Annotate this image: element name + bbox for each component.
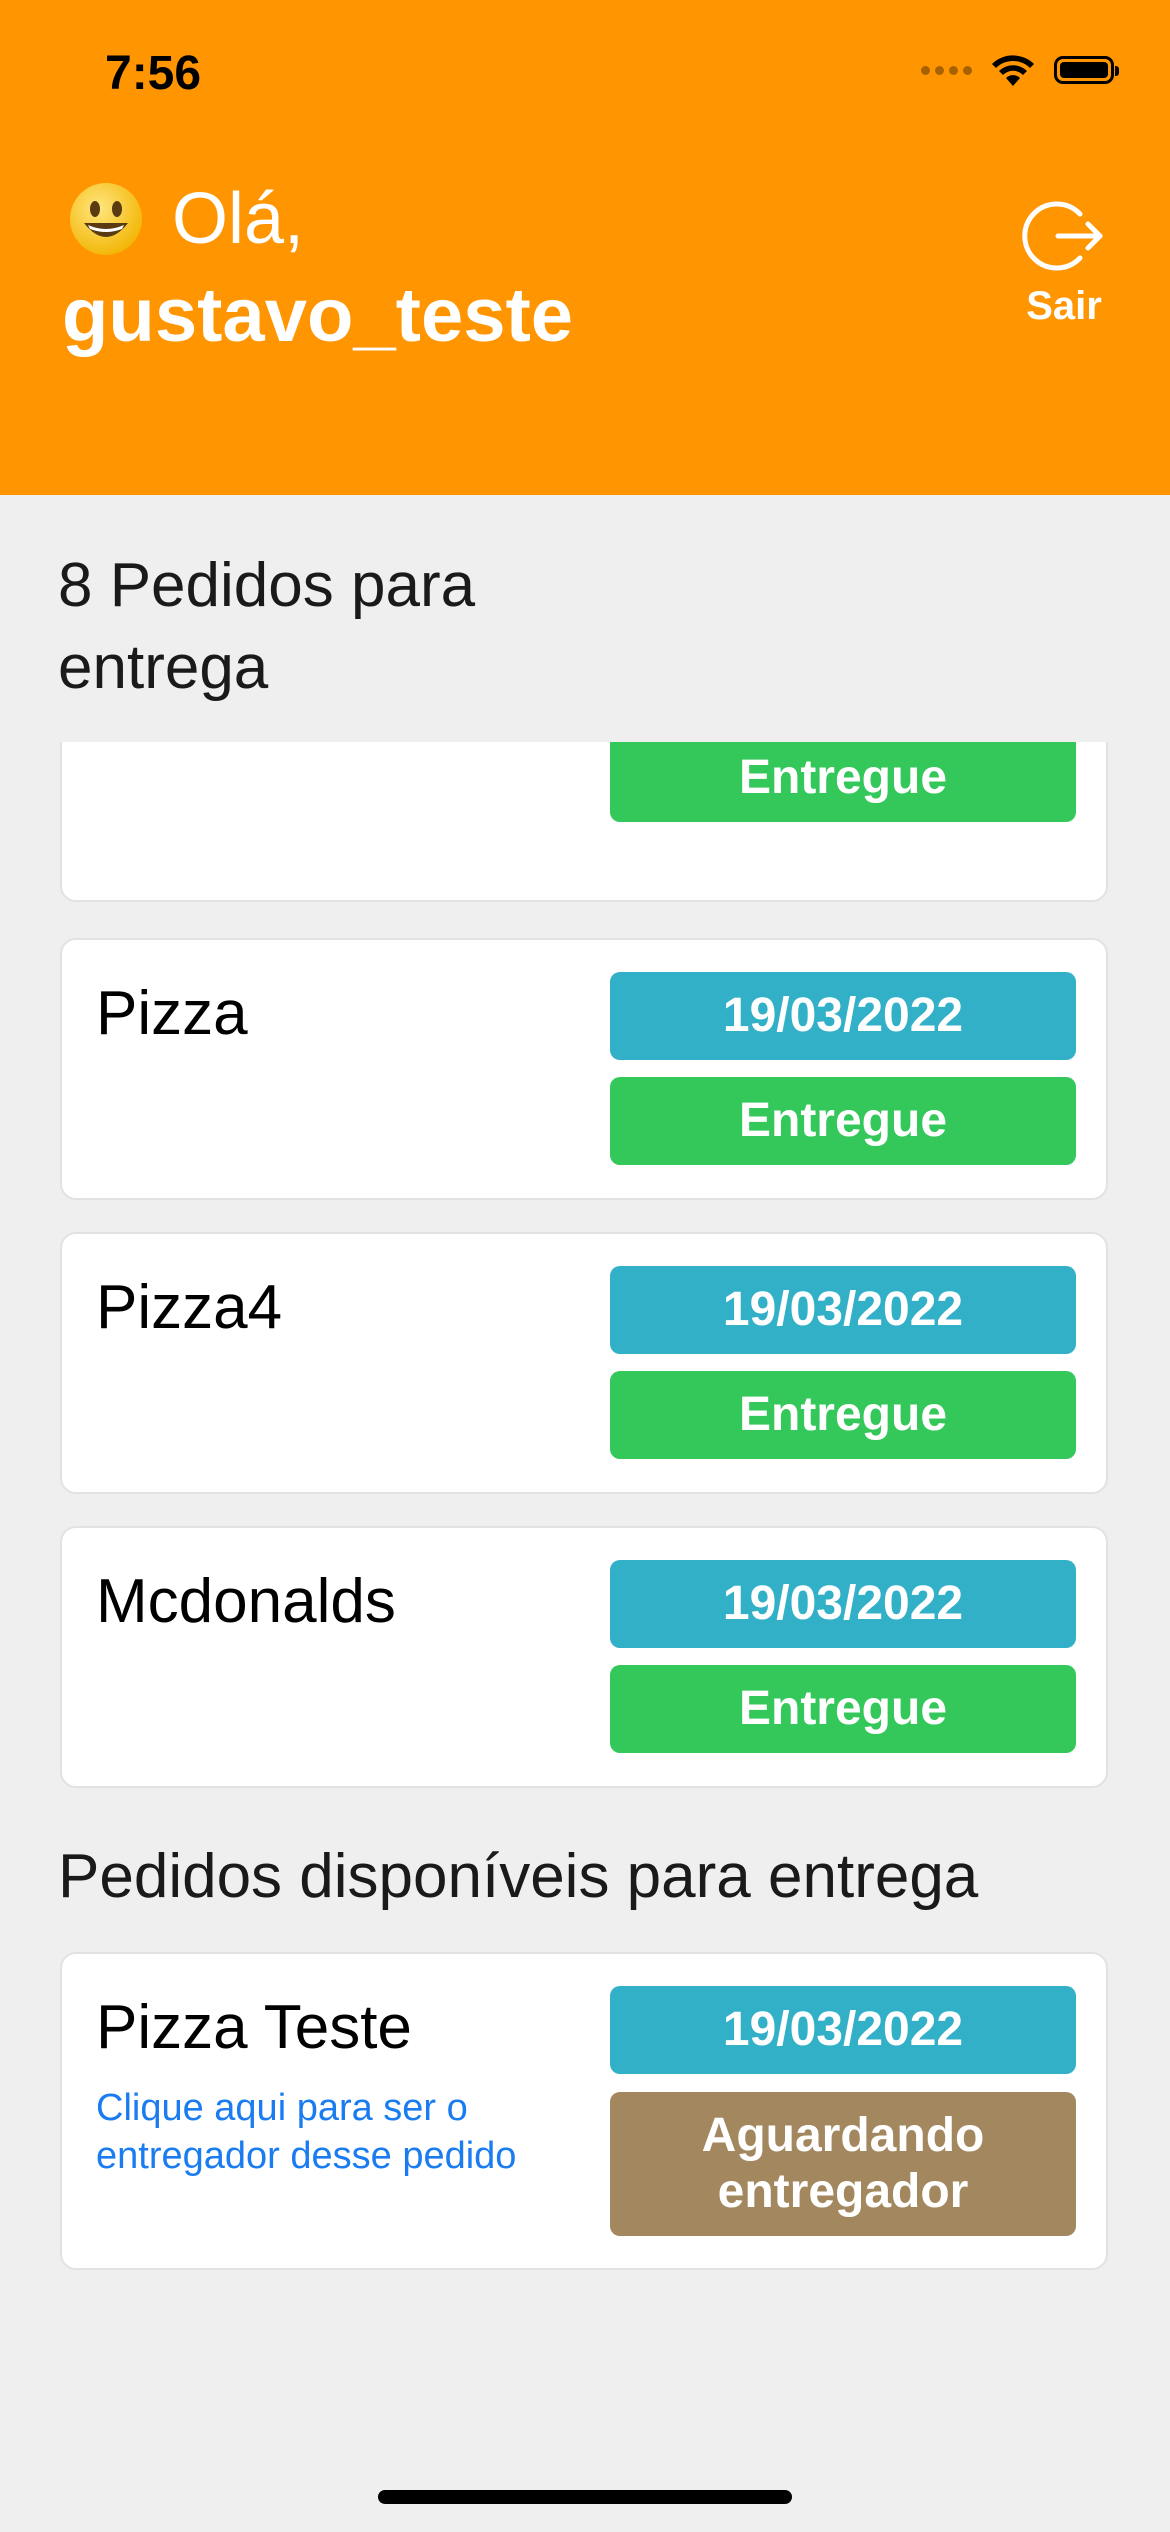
wifi-icon <box>992 55 1034 86</box>
order-card[interactable]: Pizza4 19/03/2022 Entregue <box>60 1232 1108 1494</box>
greeting: Olá, <box>68 178 304 260</box>
greeting-text: Olá, <box>172 179 305 259</box>
become-deliverer-link[interactable]: Clique aqui para ser o entregador desse … <box>96 2084 566 2180</box>
available-orders-title: Pedidos disponíveis para entrega <box>58 1842 979 1911</box>
order-date-badge: 19/03/2022 <box>610 1266 1076 1354</box>
order-status-badge: Entregue <box>610 1077 1076 1165</box>
logout-label: Sair <box>1026 284 1102 328</box>
order-card[interactable]: Pizza 19/03/2022 Entregue <box>60 938 1108 1200</box>
logout-icon <box>1022 201 1103 271</box>
battery-icon <box>1054 56 1119 84</box>
order-name: Pizza4 <box>96 1273 283 1342</box>
status-time: 7:56 <box>105 47 202 100</box>
logout-button[interactable]: Sair <box>1016 194 1112 329</box>
order-date-badge: 19/03/2022 <box>610 1560 1076 1648</box>
order-card[interactable]: Entregue <box>60 742 1108 902</box>
order-status-badge: Entregue <box>610 1371 1076 1459</box>
available-order-card[interactable]: Pizza Teste Clique aqui para ser o entre… <box>60 1952 1108 2270</box>
order-card[interactable]: Mcdonalds 19/03/2022 Entregue <box>60 1526 1108 1788</box>
order-name: Pizza <box>96 979 248 1048</box>
order-date-badge: 19/03/2022 <box>610 972 1076 1060</box>
cellular-signal-icon <box>921 65 972 75</box>
username: gustavo_teste <box>62 273 574 358</box>
order-status-badge: Aguardando entregador <box>610 2092 1076 2236</box>
orders-list[interactable]: Entregue Pizza 19/03/2022 Entregue Pizza… <box>0 742 1170 1800</box>
order-status-badge: Entregue <box>610 1665 1076 1753</box>
home-indicator[interactable] <box>378 2490 792 2504</box>
order-name: Mcdonalds <box>96 1567 396 1636</box>
order-date-badge: 19/03/2022 <box>610 1986 1076 2074</box>
smiley-emoji-icon <box>70 183 142 255</box>
app-header: 7:56 Olá, gustavo_teste Sair <box>0 0 1170 495</box>
my-orders-title: 8 Pedidos para entrega <box>58 551 476 702</box>
order-status-badge: Entregue <box>610 742 1076 822</box>
order-name: Pizza Teste <box>96 1993 412 2062</box>
status-icons <box>921 52 1119 88</box>
